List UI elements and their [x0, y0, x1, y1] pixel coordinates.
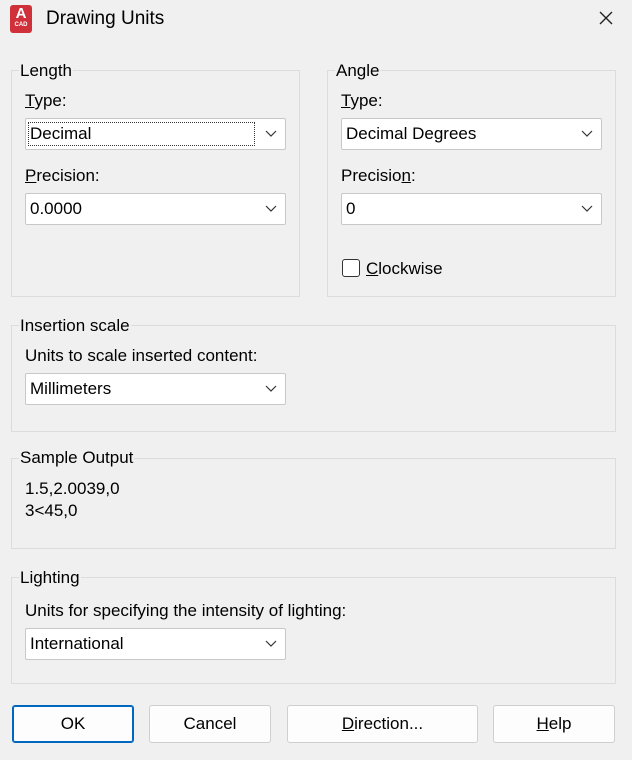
- chevron-down-icon: [265, 385, 277, 392]
- lighting-units-value: International: [30, 634, 124, 653]
- length-precision-label: Precision:: [25, 166, 100, 185]
- ok-button[interactable]: OK: [12, 705, 134, 743]
- insertion-scale-legend: Insertion scale: [19, 316, 131, 336]
- angle-precision-value: 0: [346, 199, 356, 218]
- chevron-down-icon: [265, 640, 277, 647]
- close-icon: [599, 11, 613, 25]
- length-precision-select[interactable]: 0.0000: [25, 193, 286, 225]
- angle-legend: Angle: [335, 61, 381, 81]
- length-type-value: Decimal: [30, 124, 92, 143]
- lighting-legend: Lighting: [19, 568, 81, 588]
- angle-type-select[interactable]: Decimal Degrees: [341, 118, 602, 150]
- sample-output-line-2: 3<45,0: [25, 501, 78, 520]
- angle-type-label: Type:: [341, 91, 383, 110]
- length-type-select[interactable]: Decimal: [25, 118, 286, 150]
- chevron-down-icon: [265, 130, 277, 137]
- window-title: Drawing Units: [46, 8, 165, 29]
- length-precision-value: 0.0000: [30, 199, 82, 218]
- insertion-units-select[interactable]: Millimeters: [25, 373, 286, 405]
- length-type-label: Type:: [25, 91, 67, 110]
- lighting-units-select[interactable]: International: [25, 628, 286, 660]
- lighting-units-label: Units for specifying the intensity of li…: [25, 601, 347, 620]
- sample-output-legend: Sample Output: [19, 448, 135, 468]
- close-button[interactable]: [588, 2, 624, 34]
- angle-type-value: Decimal Degrees: [346, 124, 477, 143]
- sample-output-line-1: 1.5,2.0039,0: [25, 479, 120, 498]
- chevron-down-icon: [581, 130, 593, 137]
- insertion-units-label: Units to scale inserted content:: [25, 346, 258, 365]
- angle-precision-select[interactable]: 0: [341, 193, 602, 225]
- autocad-icon: A CAD: [10, 5, 32, 33]
- length-legend: Length: [19, 61, 73, 81]
- angle-precision-label: Precision:: [341, 166, 416, 185]
- sample-output-group: [11, 458, 616, 549]
- insertion-units-value: Millimeters: [30, 379, 112, 398]
- title-bar: A CAD Drawing Units: [0, 0, 632, 42]
- cancel-button[interactable]: Cancel: [149, 705, 271, 743]
- help-button[interactable]: Help: [493, 705, 615, 743]
- clockwise-checkbox[interactable]: [342, 259, 360, 277]
- chevron-down-icon: [265, 205, 277, 212]
- clockwise-label[interactable]: Clockwise: [366, 259, 443, 279]
- chevron-down-icon: [581, 205, 593, 212]
- direction-button[interactable]: Direction...: [287, 705, 478, 743]
